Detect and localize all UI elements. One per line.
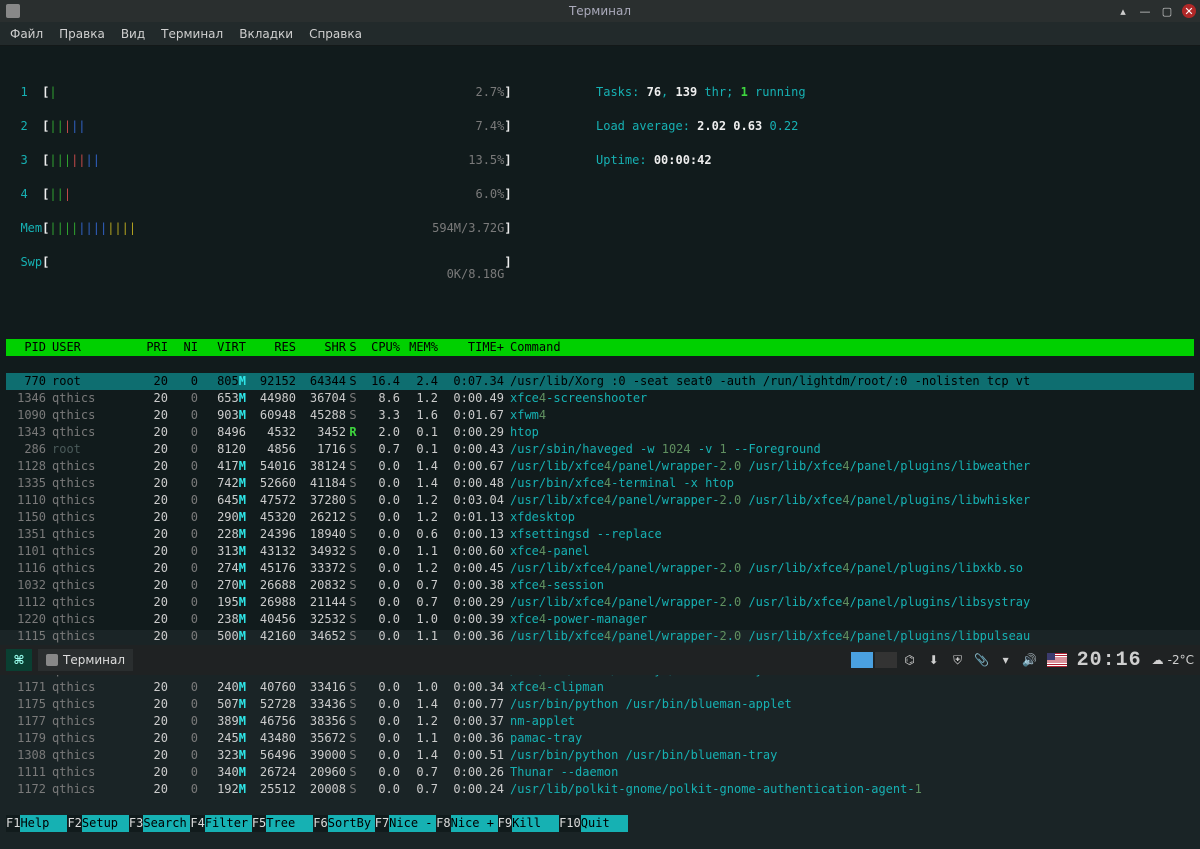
menu-tabs[interactable]: Вкладки <box>239 27 293 41</box>
cpu2-pct: 7.4% <box>475 118 504 135</box>
process-row[interactable]: 1175qthics200507M5272833436S0.01.40:00.7… <box>6 696 1194 713</box>
workspace-1[interactable] <box>851 652 873 668</box>
menu-terminal[interactable]: Терминал <box>161 27 223 41</box>
process-row[interactable]: 1115qthics200500M4216034652S0.01.10:00.3… <box>6 628 1194 645</box>
updates-icon[interactable]: ⬇ <box>927 653 941 667</box>
window-title: Терминал <box>569 4 631 18</box>
fkey-f5[interactable]: F5Tree <box>252 815 313 832</box>
process-row[interactable]: 1351qthics200228M2439618940S0.00.60:00.1… <box>6 526 1194 543</box>
menu-edit[interactable]: Правка <box>59 27 105 41</box>
network-icon[interactable]: ▾ <box>999 653 1013 667</box>
process-row[interactable]: 1111qthics200340M2672420960S0.00.70:00.2… <box>6 764 1194 781</box>
weather-icon: ☁ <box>1152 653 1164 667</box>
load-label: Load average: <box>596 119 690 133</box>
clipboard-icon[interactable]: 📎 <box>975 653 989 667</box>
tasks-label: Tasks: <box>596 85 639 99</box>
bluetooth-icon[interactable]: ⌬ <box>903 653 917 667</box>
app-menu-button[interactable]: ⌘ <box>6 649 32 671</box>
uptime: 00:00:42 <box>654 153 712 167</box>
cpu1-bar: | <box>49 85 56 99</box>
fkey-f4[interactable]: F4Filter <box>190 815 251 832</box>
app-icon <box>6 4 20 18</box>
process-row[interactable]: 286root200812048561716S0.70.10:00.43/usr… <box>6 441 1194 458</box>
cpu-meters: 1 [|2.7%] 2 [|||||7.4%] 3 [|||||||13.5%]… <box>6 67 566 288</box>
weather[interactable]: ☁ -2°C <box>1152 653 1194 667</box>
fkey-f2[interactable]: F2Setup <box>67 815 128 832</box>
fkey-f1[interactable]: F1Help <box>6 815 67 832</box>
window-controls: ▴ — ▢ ✕ <box>1116 4 1196 18</box>
process-row[interactable]: 1343qthics200849645323452R2.00.10:00.29h… <box>6 424 1194 441</box>
process-row[interactable]: 1335qthics200742M5266041184S0.01.40:00.4… <box>6 475 1194 492</box>
process-row[interactable]: 1220qthics200238M4045632532S0.01.00:00.3… <box>6 611 1194 628</box>
security-icon[interactable]: ⛨ <box>951 653 965 667</box>
taskbar: ⌘ Терминал ⌬ ⬇ ⛨ 📎 ▾ 🔊 20:16 ☁ -2°C <box>0 645 1200 675</box>
terminal-body[interactable]: 1 [|2.7%] 2 [|||||7.4%] 3 [|||||||13.5%]… <box>0 46 1200 630</box>
process-row[interactable]: 1179qthics200245M4348035672S0.01.10:00.3… <box>6 730 1194 747</box>
process-row[interactable]: 1032qthics200270M2668820832S0.00.70:00.3… <box>6 577 1194 594</box>
fkey-f9[interactable]: F9Kill <box>498 815 559 832</box>
process-row[interactable]: 1346qthics200653M4498036704S8.61.20:00.4… <box>6 390 1194 407</box>
process-row[interactable]: 1090qthics200903M6094845288S3.31.60:01.6… <box>6 407 1194 424</box>
process-row[interactable]: 1110qthics200645M4757237280S0.01.20:03.0… <box>6 492 1194 509</box>
process-row[interactable]: 1101qthics200313M4313234932S0.01.10:00.6… <box>6 543 1194 560</box>
menu-help[interactable]: Справка <box>309 27 362 41</box>
process-row[interactable]: 770root200805M9215264344S16.42.40:07.34/… <box>6 373 1194 390</box>
workspace-2[interactable] <box>875 652 897 668</box>
process-row[interactable]: 1171qthics200240M4076033416S0.01.00:00.3… <box>6 679 1194 696</box>
process-row[interactable]: 1112qthics200195M2698821144S0.00.70:00.2… <box>6 594 1194 611</box>
process-list[interactable]: 770root200805M9215264344S16.42.40:07.34/… <box>6 373 1194 798</box>
maximize-button[interactable]: ▢ <box>1160 4 1174 18</box>
mem-text: 594M/3.72G <box>432 220 504 237</box>
fkey-f3[interactable]: F3Search <box>129 815 190 832</box>
weather-temp: -2°C <box>1168 653 1194 667</box>
menu-file[interactable]: Файл <box>10 27 43 41</box>
swp-text: 0K/8.18G <box>447 266 505 283</box>
uptime-label: Uptime: <box>596 153 647 167</box>
fkey-f8[interactable]: F8Nice + <box>436 815 497 832</box>
fkey-f7[interactable]: F7Nice - <box>375 815 436 832</box>
menu-view[interactable]: Вид <box>121 27 145 41</box>
window-titlebar: Терминал ▴ — ▢ ✕ <box>0 0 1200 22</box>
cpu4-pct: 6.0% <box>475 186 504 203</box>
cpu2-label: 2 <box>20 119 27 133</box>
fkey-f6[interactable]: F6SortBy <box>313 815 374 832</box>
column-header[interactable]: PIDUSERPRINIVIRTRESSHRSCPU%MEM%TIME+Comm… <box>6 339 1194 356</box>
terminal-icon <box>46 654 58 666</box>
process-row[interactable]: 1150qthics200290M4532026212S0.01.20:01.1… <box>6 509 1194 526</box>
process-row[interactable]: 1128qthics200417M5401638124S0.01.40:00.6… <box>6 458 1194 475</box>
load5: 0.63 <box>733 119 762 133</box>
cpu1-pct: 2.7% <box>475 84 504 101</box>
cpu3-pct: 13.5% <box>468 152 504 169</box>
taskbar-terminal-label: Терминал <box>63 653 125 667</box>
summary: Tasks: 76, 139 thr; 1 running Load avera… <box>566 67 806 288</box>
process-row[interactable]: 1116qthics200274M4517633372S0.01.20:00.4… <box>6 560 1194 577</box>
close-button[interactable]: ✕ <box>1182 4 1196 18</box>
menubar: Файл Правка Вид Терминал Вкладки Справка <box>0 22 1200 46</box>
tasks-total: 76 <box>647 85 661 99</box>
tasks-thr: 139 <box>676 85 698 99</box>
tasks-running: 1 <box>741 85 748 99</box>
process-row[interactable]: 1308qthics200323M5649639000S0.01.40:00.5… <box>6 747 1194 764</box>
load15: 0.22 <box>769 119 798 133</box>
volume-icon[interactable]: 🔊 <box>1023 653 1037 667</box>
taskbar-terminal-button[interactable]: Терминал <box>38 649 133 671</box>
keyboard-layout-flag[interactable] <box>1047 653 1067 667</box>
mem-label: Mem <box>20 221 42 235</box>
minimize-button[interactable]: — <box>1138 4 1152 18</box>
cpu4-label: 4 <box>20 187 27 201</box>
clock[interactable]: 20:16 <box>1077 649 1142 672</box>
shade-button[interactable]: ▴ <box>1116 4 1130 18</box>
load1: 2.02 <box>697 119 726 133</box>
cpu1-label: 1 <box>20 85 27 99</box>
system-tray: ⌬ ⬇ ⛨ 📎 ▾ 🔊 20:16 ☁ -2°C <box>903 649 1194 672</box>
process-row[interactable]: 1172qthics200192M2551220008S0.00.70:00.2… <box>6 781 1194 798</box>
htop-header: 1 [|2.7%] 2 [|||||7.4%] 3 [|||||||13.5%]… <box>6 67 1194 288</box>
workspace-switcher[interactable] <box>851 652 897 668</box>
cpu3-label: 3 <box>20 153 27 167</box>
swp-label: Swp <box>20 255 42 269</box>
fkey-f10[interactable]: F10Quit <box>559 815 628 832</box>
function-keys: F1HelpF2SetupF3SearchF4FilterF5TreeF6Sor… <box>6 815 1194 832</box>
process-row[interactable]: 1177qthics200389M4675638356S0.01.20:00.3… <box>6 713 1194 730</box>
